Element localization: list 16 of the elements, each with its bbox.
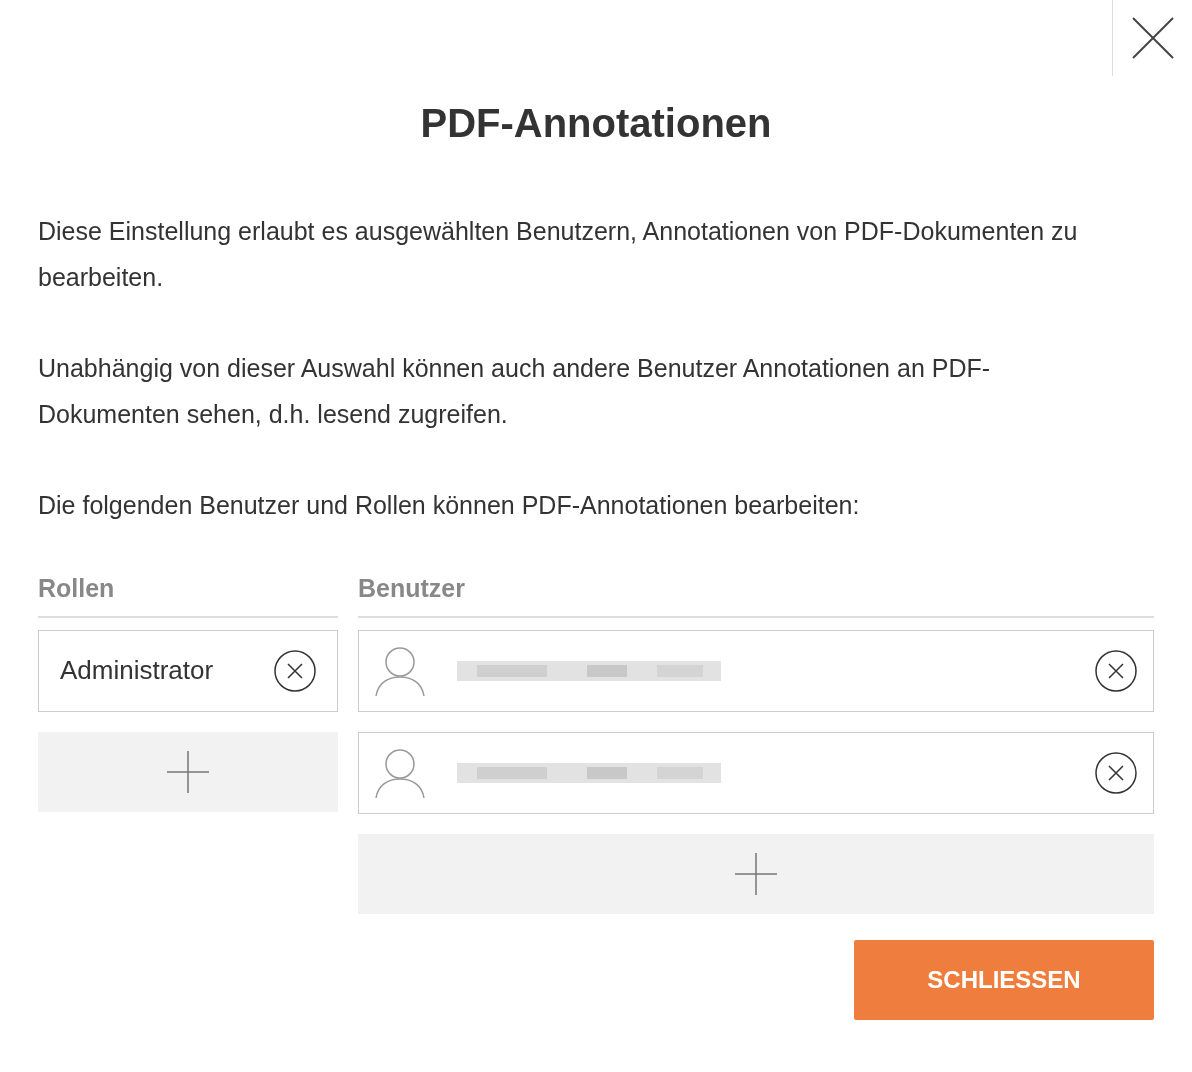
role-name: Administrator xyxy=(60,654,214,687)
description-text: Unabhängig von dieser Auswahl können auch andere Benutzer Annotationen an PDF-Dokumenten sehen, d.h. lesend zugreifen. xyxy=(38,353,992,430)
description-text: Diese Einstellung erlaubt es ausgewählten Benutzern, Annotationen von PDF-Dokumenten zu bearbeiten. xyxy=(38,216,1079,293)
close-icon[interactable] xyxy=(1130,16,1175,60)
plus-icon xyxy=(167,750,209,793)
remove-icon[interactable] xyxy=(1095,751,1137,794)
user-icon xyxy=(375,746,425,799)
dialog-title: PDF-Annotationen xyxy=(419,100,773,147)
column-heading: Benutzer xyxy=(358,570,1154,618)
remove-icon[interactable] xyxy=(274,649,316,692)
description-text: Die folgenden Benutzer und Rollen können PDF-Annotationen bearbeiten: xyxy=(38,490,861,521)
remove-icon[interactable] xyxy=(1095,649,1137,692)
user-icon xyxy=(375,644,425,697)
plus-icon xyxy=(735,852,777,895)
close-dialog-button[interactable]: SCHLIESSEN xyxy=(854,939,1154,1020)
column-heading: Rollen xyxy=(38,570,338,618)
